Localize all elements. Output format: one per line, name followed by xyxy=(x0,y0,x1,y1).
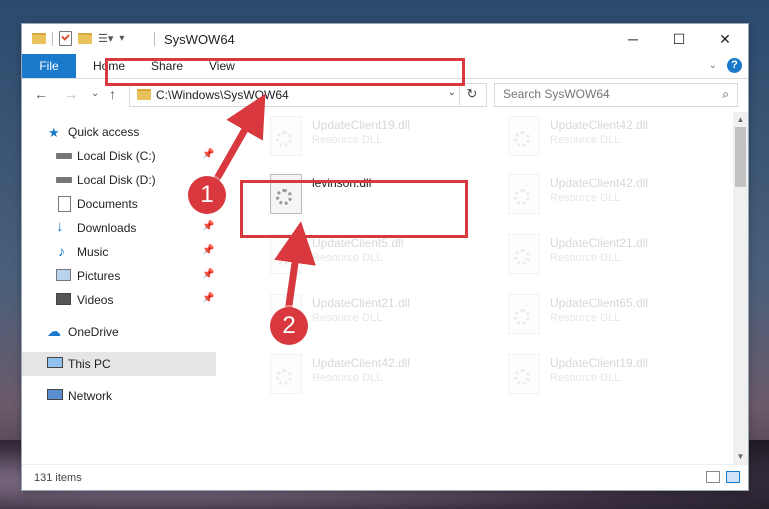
annotation-arrows xyxy=(211,93,316,313)
step-1-badge: 1 xyxy=(188,176,226,214)
arrow-to-file xyxy=(274,221,316,313)
arrow-to-address-bar xyxy=(211,93,266,184)
step-2-badge: 2 xyxy=(270,307,308,345)
